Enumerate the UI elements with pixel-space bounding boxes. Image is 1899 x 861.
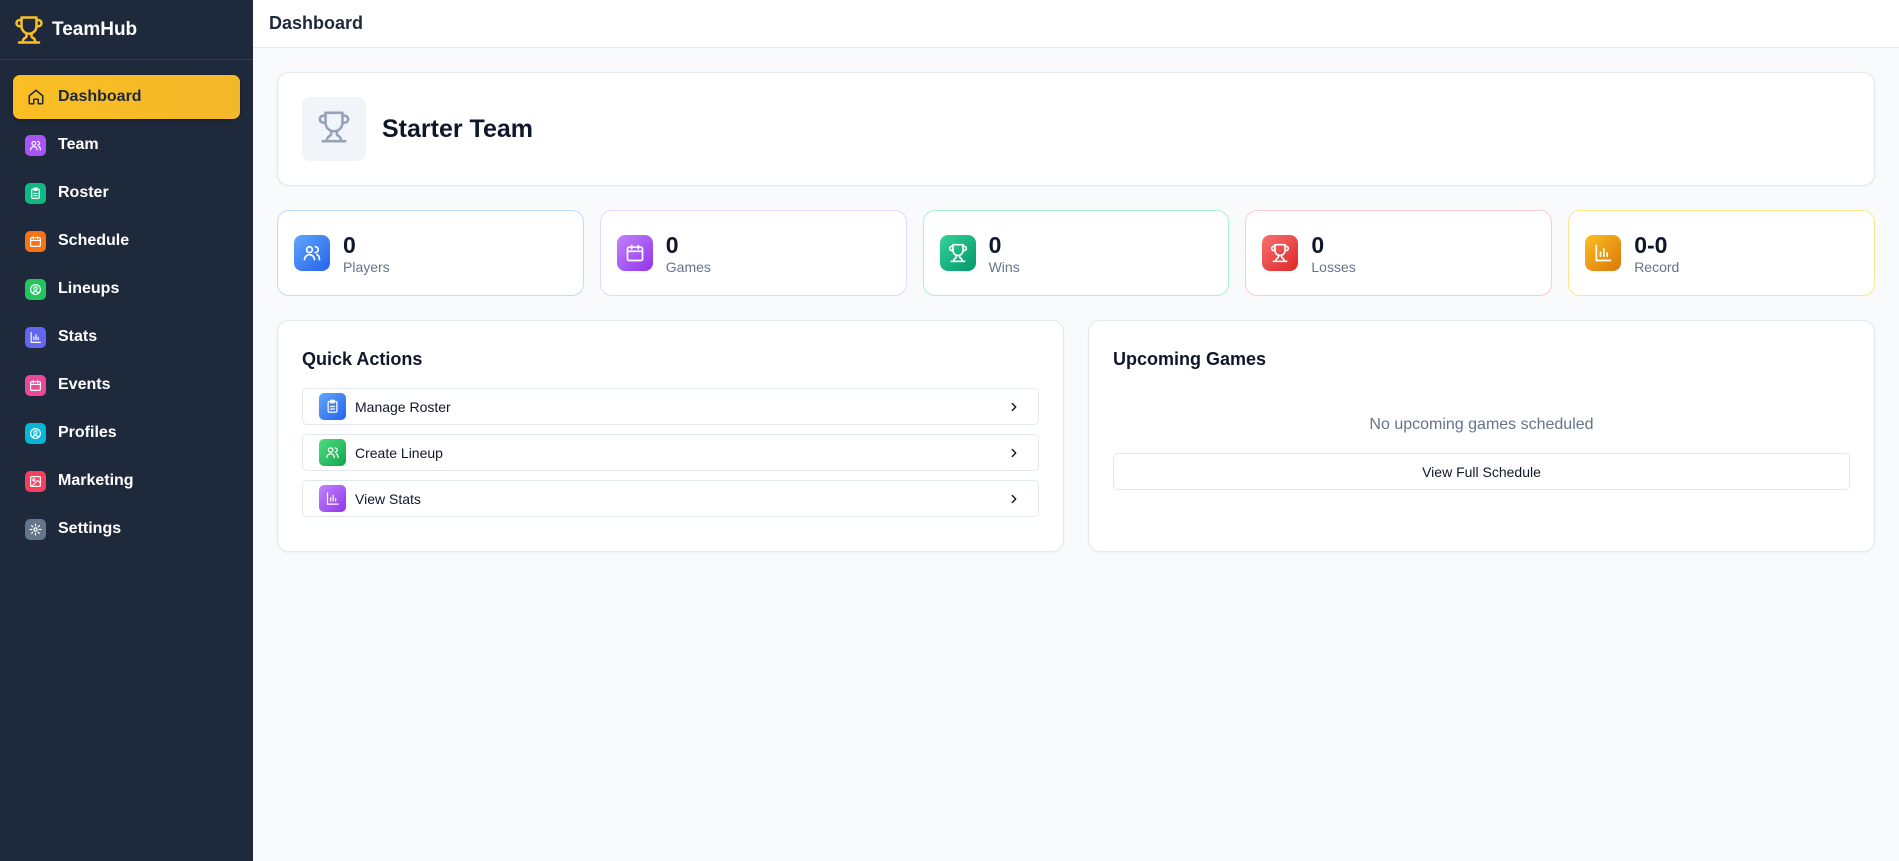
sidebar: TeamHub Dashboard Team Roster Schedule L… [0, 0, 253, 861]
calendar-icon [25, 230, 46, 252]
sidebar-item-events[interactable]: Events [13, 363, 240, 407]
users-icon [25, 134, 46, 156]
stat-card-games: 0 Games [599, 210, 907, 296]
panel-title: Quick Actions [302, 349, 423, 369]
header: Dashboard [253, 0, 1899, 48]
calendar-icon [616, 235, 653, 271]
quick-actions-panel: Quick Actions Manage Roster Create Lineu… [277, 320, 1064, 552]
trophy-icon [1262, 235, 1299, 271]
bar-chart-icon [1585, 235, 1622, 271]
sidebar-item-label: Roster [58, 184, 109, 201]
sidebar-item-lineups[interactable]: Lineups [13, 267, 240, 311]
sidebar-item-stats[interactable]: Stats [13, 315, 240, 359]
sidebar-item-label: Team [58, 136, 99, 153]
stat-label: Games [665, 258, 711, 275]
trophy-icon [317, 110, 351, 149]
trophy-icon [14, 15, 44, 45]
sidebar-item-label: Marketing [58, 472, 134, 489]
stat-label: Wins [988, 258, 1020, 275]
calendar-icon [25, 374, 46, 396]
quick-action-manage-roster[interactable]: Manage Roster [302, 388, 1039, 425]
empty-state-text: No upcoming games scheduled [1369, 416, 1594, 433]
sidebar-item-label: Dashboard [58, 88, 142, 105]
sidebar-item-label: Stats [58, 328, 98, 345]
quick-action-view-stats[interactable]: View Stats [302, 480, 1039, 517]
stats-row: 0 Players 0 Games 0 Wins 0 Losses 0-0 Re… [277, 210, 1875, 296]
sidebar-item-schedule[interactable]: Schedule [13, 219, 240, 263]
quick-action-label: View Stats [355, 490, 421, 507]
sidebar-item-profiles[interactable]: Profiles [13, 411, 240, 455]
stat-value: 0 [988, 231, 1002, 258]
chevron-right-icon [1006, 491, 1022, 507]
users-icon [294, 235, 330, 271]
quick-action-create-lineup[interactable]: Create Lineup [302, 434, 1039, 471]
app-name: TeamHub [52, 18, 138, 40]
lower-panels: Quick Actions Manage Roster Create Lineu… [277, 320, 1875, 552]
sidebar-item-marketing[interactable]: Marketing [13, 459, 240, 503]
sidebar-item-settings[interactable]: Settings [13, 507, 240, 551]
stat-label: Record [1634, 258, 1680, 275]
sidebar-item-team[interactable]: Team [13, 123, 240, 167]
team-card: Starter Team [277, 72, 1875, 186]
sidebar-item-roster[interactable]: Roster [13, 171, 240, 215]
stat-card-wins: 0 Wins [922, 210, 1230, 296]
page-title: Dashboard [269, 13, 364, 33]
stat-value: 0 [665, 231, 679, 258]
stat-card-losses: 0 Losses [1245, 210, 1553, 296]
chevron-right-icon [1006, 445, 1022, 461]
image-icon [25, 470, 46, 492]
home-icon [25, 87, 46, 108]
stat-value: 0 [343, 231, 356, 258]
team-logo [302, 97, 366, 161]
stat-card-players: 0 Players [277, 210, 584, 296]
bar-chart-icon [25, 326, 46, 348]
bar-chart-icon [319, 485, 346, 512]
team-name: Starter Team [382, 114, 533, 143]
gear-icon [25, 518, 46, 540]
sidebar-item-label: Lineups [58, 280, 120, 297]
user-circle-icon [25, 422, 46, 444]
stat-label: Losses [1311, 258, 1356, 275]
clipboard-icon [319, 393, 346, 420]
quick-action-label: Manage Roster [355, 398, 451, 415]
clipboard-icon [25, 182, 46, 204]
sidebar-item-label: Profiles [58, 424, 117, 441]
stat-value: 0 [1311, 231, 1325, 258]
sidebar-item-dashboard[interactable]: Dashboard [13, 75, 240, 119]
sidebar-item-label: Schedule [58, 232, 130, 249]
main-content: Starter Team 0 Players 0 Games 0 Wins 0 … [253, 48, 1899, 861]
trophy-icon [939, 235, 976, 271]
view-full-schedule-button[interactable]: View Full Schedule [1113, 453, 1850, 490]
chevron-right-icon [1006, 399, 1022, 415]
upcoming-games-panel: Upcoming Games No upcoming games schedul… [1088, 320, 1875, 552]
quick-action-label: Create Lineup [355, 444, 443, 461]
sidebar-nav: Dashboard Team Roster Schedule Lineups S… [0, 60, 253, 551]
quick-actions-list: Manage Roster Create Lineup View Stats [302, 388, 1039, 517]
stat-value: 0-0 [1634, 231, 1668, 258]
panel-title: Upcoming Games [1113, 349, 1267, 369]
sidebar-item-label: Settings [58, 520, 122, 537]
stat-label: Players [343, 258, 390, 275]
sidebar-item-label: Events [58, 376, 111, 393]
users-icon [319, 439, 346, 466]
user-circle-icon [25, 278, 46, 300]
stat-card-record: 0-0 Record [1568, 210, 1875, 296]
brand[interactable]: TeamHub [0, 0, 253, 60]
